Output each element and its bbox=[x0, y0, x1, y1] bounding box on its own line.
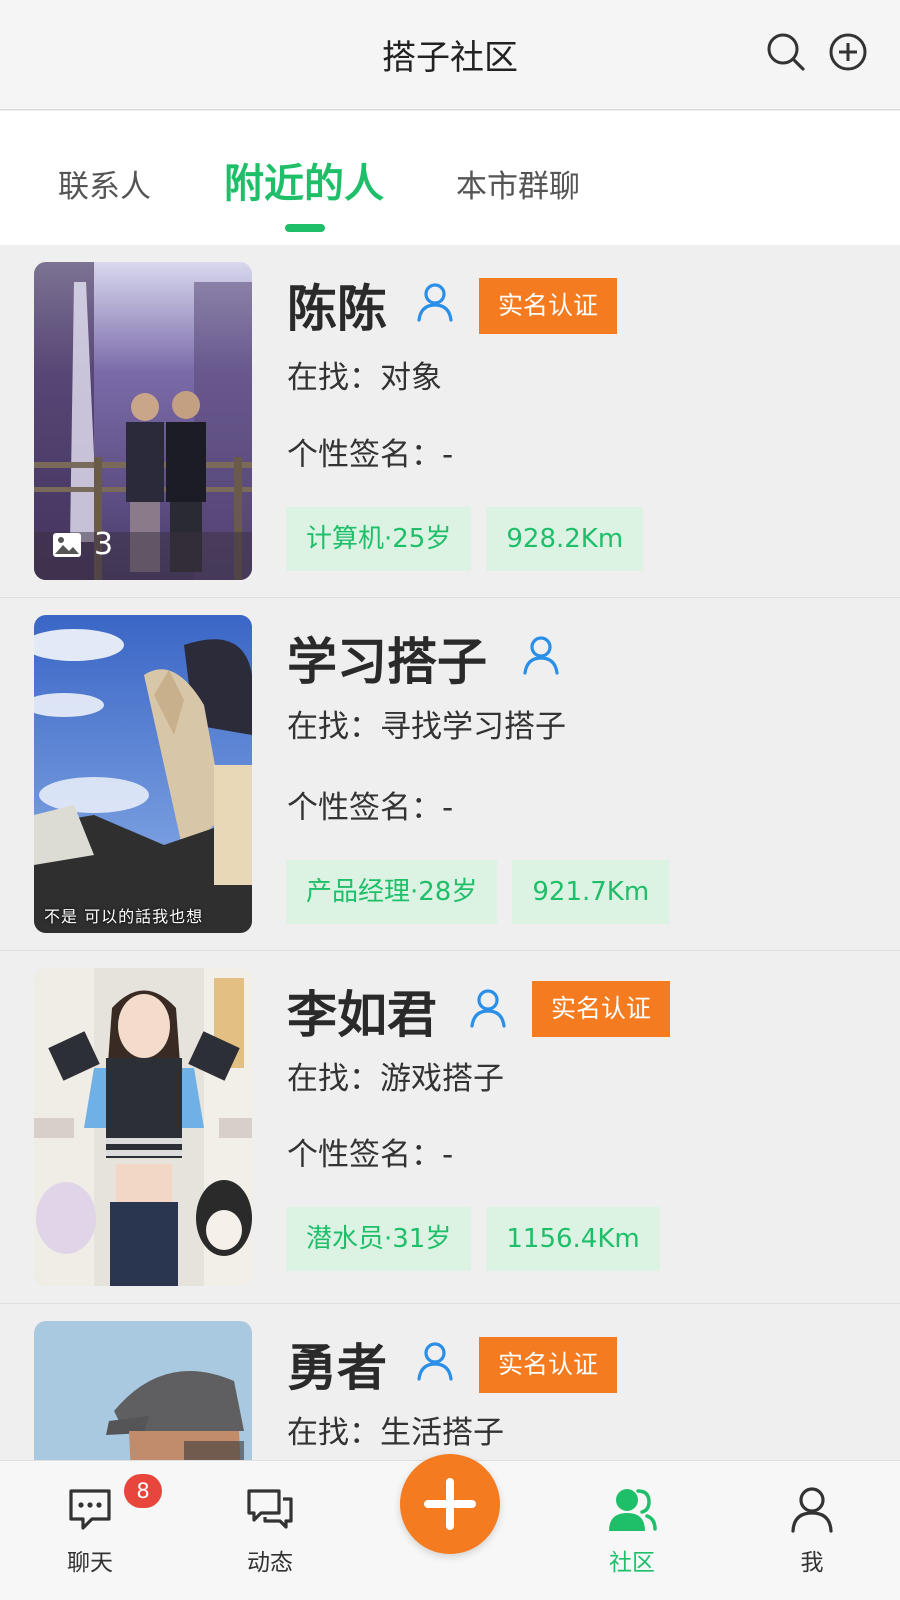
signature-text: 个性签名：- bbox=[287, 437, 454, 473]
person-icon bbox=[523, 636, 559, 675]
moments-icon bbox=[247, 1489, 293, 1529]
person-card[interactable]: 李如君 实名认证 在找：游戏搭子 个性签名：- 潜水员·31岁 1156.4Km bbox=[0, 951, 900, 1304]
occupation-age-tag: 潜水员·31岁 bbox=[286, 1207, 472, 1271]
chat-icon bbox=[69, 1489, 111, 1530]
person-name: 李如君 bbox=[287, 986, 437, 1044]
unread-badge: 8 bbox=[124, 1474, 162, 1508]
tab-active-indicator bbox=[285, 224, 325, 232]
image-icon bbox=[53, 532, 81, 557]
photo-count: 3 bbox=[52, 527, 113, 562]
community-icon bbox=[609, 1489, 657, 1531]
nav-profile-label: 我 bbox=[800, 1550, 824, 1576]
nav-chat-label: 聊天 bbox=[67, 1550, 113, 1576]
tag-row: 潜水员·31岁 1156.4Km bbox=[286, 1207, 675, 1271]
nav-moments-label: 动态 bbox=[247, 1550, 293, 1576]
tab-contacts[interactable]: 联系人 bbox=[58, 161, 151, 206]
verified-badge: 实名认证 bbox=[479, 278, 618, 334]
person-icon bbox=[417, 283, 453, 322]
person-card[interactable]: 3 陈陈 实名认证 在找：对象 个性签名：- 计算机·25岁 928.2Km bbox=[0, 245, 900, 598]
distance-tag: 1156.4Km bbox=[486, 1207, 660, 1271]
occupation-age-tag: 产品经理·28岁 bbox=[286, 860, 498, 924]
plus-icon bbox=[424, 1478, 476, 1530]
cap-photo bbox=[34, 1321, 252, 1460]
seeking-text: 在找：对象 bbox=[287, 360, 442, 396]
person-card[interactable]: 不是 可以的話我也想 学习搭子 在找：寻找学习搭子 个性签名：- 产品经理·28… bbox=[0, 598, 900, 951]
person-photo[interactable] bbox=[34, 968, 252, 1286]
tab-bar: 联系人 附近的人 本市群聊 bbox=[0, 111, 900, 245]
verified-badge: 实名认证 bbox=[532, 981, 671, 1037]
tag-row: 计算机·25岁 928.2Km bbox=[286, 507, 658, 571]
nav-community-label: 社区 bbox=[609, 1550, 655, 1576]
nav-community[interactable]: 社区 bbox=[572, 1485, 692, 1577]
page-title: 搭子社区 bbox=[382, 38, 518, 78]
person-photo[interactable]: 3 bbox=[34, 262, 252, 580]
verified-badge: 实名认证 bbox=[479, 1337, 618, 1393]
plus-circle-icon[interactable] bbox=[828, 32, 868, 72]
add-button[interactable] bbox=[400, 1454, 500, 1554]
search-icon[interactable] bbox=[766, 32, 806, 72]
person-name: 勇者 bbox=[287, 1339, 387, 1397]
people-list: 3 陈陈 实名认证 在找：对象 个性签名：- 计算机·25岁 928.2Km 不… bbox=[0, 245, 900, 1460]
profile-icon bbox=[791, 1487, 833, 1533]
tab-city-groups[interactable]: 本市群聊 bbox=[456, 161, 580, 206]
person-icon bbox=[470, 989, 506, 1028]
distance-tag: 928.2Km bbox=[486, 507, 644, 571]
nav-profile[interactable]: 我 bbox=[752, 1485, 872, 1577]
tab-nearby[interactable]: 附近的人 bbox=[224, 151, 384, 209]
top-bar: 搭子社区 bbox=[0, 0, 900, 110]
person-photo[interactable] bbox=[34, 1321, 252, 1460]
photo-caption: 不是 可以的話我也想 bbox=[44, 907, 204, 926]
nav-moments[interactable]: 动态 bbox=[210, 1485, 330, 1577]
occupation-age-tag: 计算机·25岁 bbox=[286, 507, 472, 571]
signature-text: 个性签名：- bbox=[287, 1137, 454, 1173]
person-name: 学习搭子 bbox=[287, 633, 487, 691]
signature-text: 个性签名：- bbox=[287, 790, 454, 826]
portrait-photo bbox=[34, 968, 252, 1286]
person-icon bbox=[417, 1342, 453, 1381]
person-photo[interactable]: 不是 可以的話我也想 bbox=[34, 615, 252, 933]
person-card[interactable]: 勇者 实名认证 在找：生活搭子 bbox=[0, 1304, 900, 1460]
photo-count-value: 3 bbox=[94, 527, 114, 562]
tag-row: 产品经理·28岁 921.7Km bbox=[286, 860, 684, 924]
distance-tag: 921.7Km bbox=[512, 860, 670, 924]
person-name: 陈陈 bbox=[287, 280, 387, 338]
seeking-text: 在找：游戏搭子 bbox=[287, 1061, 504, 1097]
seeking-text: 在找：寻找学习搭子 bbox=[287, 709, 566, 745]
anime-photo bbox=[34, 615, 252, 933]
